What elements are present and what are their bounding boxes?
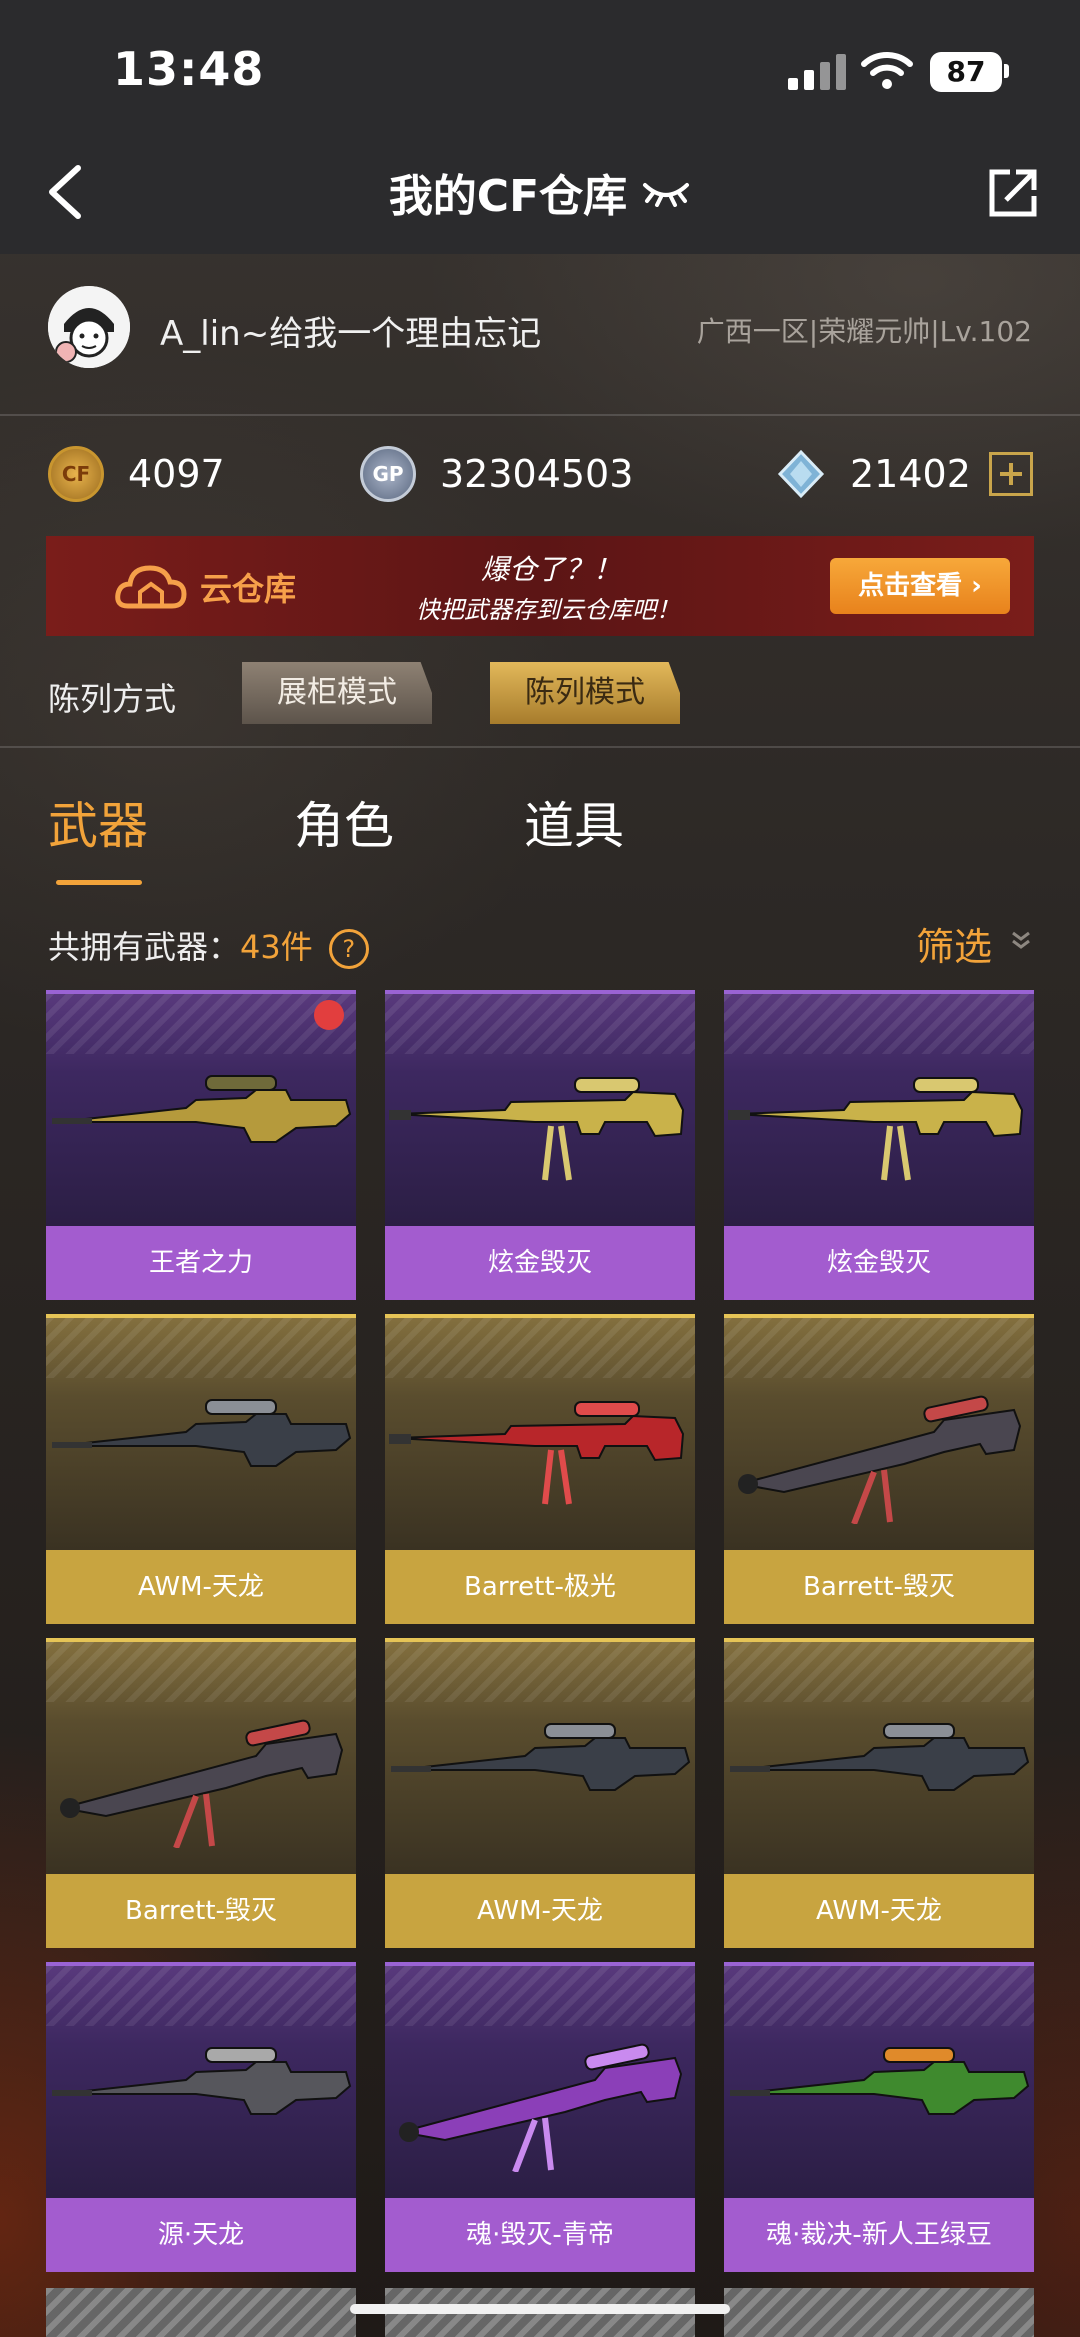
gp-points: GP 32304503 (360, 444, 633, 504)
username: A_lin~给我一个理由忘记 (160, 314, 542, 354)
share-icon[interactable] (986, 164, 1042, 220)
rifle-icon (738, 1395, 1022, 1524)
rifle-icon (389, 1077, 685, 1181)
weapon-name: 王者之力 (46, 1226, 356, 1300)
display-mode-label: 陈列方式 (48, 680, 177, 718)
rifle-icon (52, 1399, 352, 1467)
weapon-name: AWM-天龙 (46, 1550, 356, 1624)
weapon-name: 魂·毁灭-青帝 (385, 2198, 695, 2272)
page-title: 我的CF仓库 (0, 160, 1080, 224)
gp-coin-icon: GP (360, 446, 416, 502)
weapon-card-background (385, 990, 695, 1226)
weapon-card[interactable]: 源·天龙 (46, 1962, 356, 2272)
weapon-card[interactable]: 炫金毁灭 (724, 990, 1034, 1300)
avatar[interactable] (48, 286, 130, 368)
banner-subtext: 快把武器存到云仓库吧！ (416, 596, 680, 624)
weapon-card-background (46, 1314, 356, 1550)
weapon-card-background (724, 1962, 1034, 2198)
rifle-icon (728, 1077, 1024, 1181)
status-time: 13:48 (113, 42, 265, 96)
weapon-card[interactable]: Barrett-毁灭 (724, 1314, 1034, 1624)
gp-points-value: 32304503 (440, 452, 634, 496)
rifle-icon (52, 1075, 352, 1143)
weapon-name: 源·天龙 (46, 2198, 356, 2272)
cellular-signal-icon (788, 54, 848, 90)
avatar-image-icon (48, 286, 130, 368)
rifle-icon (60, 1719, 344, 1848)
display-mode-button[interactable]: 陈列模式 (490, 662, 680, 724)
weapon-card-background (46, 990, 356, 1226)
rifle-icon (730, 1723, 1030, 1791)
page-title-text: 我的CF仓库 (388, 171, 628, 222)
view-button-label: 点击查看 (858, 571, 963, 601)
weapon-name: AWM-天龙 (385, 1874, 695, 1948)
weapon-name: 魂·裁决-新人王绿豆 (724, 2198, 1034, 2272)
showcase-mode-button[interactable]: 展柜模式 (242, 662, 432, 724)
help-icon[interactable]: ? (328, 929, 369, 969)
cf-points-value: 4097 (128, 452, 225, 496)
cloud-storage-banner[interactable]: 云仓库 爆仓了？！ 快把武器存到云仓库吧！ 点击查看 › (46, 536, 1034, 636)
profile-row[interactable]: A_lin~给我一个理由忘记 广西一区|荣耀元帅|Lv.102 (0, 254, 1080, 416)
tab-characters[interactable]: 角色 (294, 786, 394, 858)
weapon-card-background (385, 1962, 695, 2198)
home-indicator (350, 2304, 730, 2314)
weapon-card-background (724, 1314, 1034, 1550)
cf-coin-icon: CF (48, 446, 104, 502)
battery-icon: 87 (930, 52, 1002, 92)
weapon-name: Barrett-极光 (385, 1550, 695, 1624)
banner-headline: 爆仓了？！ (481, 553, 622, 586)
weapon-name: Barrett-毁灭 (724, 1550, 1034, 1624)
add-diamond-button[interactable] (988, 452, 1033, 496)
weapon-count: 共拥有武器：43件? (48, 922, 369, 969)
banner-title: 云仓库 (200, 570, 297, 608)
weapon-card[interactable]: Barrett-极光 (385, 1314, 695, 1624)
rifle-icon (391, 1723, 691, 1791)
rifle-icon (730, 2047, 1030, 2115)
weapon-card[interactable]: AWM-天龙 (724, 1638, 1034, 1948)
weapon-card[interactable]: 魂·裁决-新人王绿豆 (724, 1962, 1034, 2272)
weapon-card[interactable]: AWM-天龙 (46, 1314, 356, 1624)
wifi-icon (861, 52, 913, 89)
view-cloud-storage-button[interactable]: 点击查看 › (830, 558, 1010, 614)
rifle-icon (389, 1401, 685, 1505)
cloud-house-icon (115, 565, 187, 609)
weapon-card[interactable]: 王者之力 (46, 990, 356, 1300)
weapon-card[interactable]: Barrett-毁灭 (46, 1638, 356, 1948)
weapon-card-background (46, 1638, 356, 1874)
tab-items[interactable]: 道具 (524, 786, 624, 858)
weapon-name: Barrett-毁灭 (46, 1874, 356, 1948)
weapon-card-background (385, 1638, 695, 1874)
chevron-down-icon[interactable] (1010, 930, 1032, 950)
filter-button[interactable]: 筛选 (916, 916, 992, 971)
weapon-name: AWM-天龙 (724, 1874, 1034, 1948)
weapon-count-label: 共拥有武器： (48, 928, 241, 966)
nav-bar: 我的CF仓库 (0, 130, 1080, 254)
divider (0, 746, 1080, 748)
weapon-card[interactable]: 魂·毁灭-青帝 (385, 1962, 695, 2272)
weapon-card-background (385, 1314, 695, 1550)
next-row-card (46, 2288, 356, 2337)
weapon-name: 炫金毁灭 (724, 1226, 1034, 1300)
next-row-card (724, 2288, 1034, 2337)
diamond-points: 21402 (776, 444, 1033, 504)
weapon-card[interactable]: AWM-天龙 (385, 1638, 695, 1948)
weapon-count-value: 43件 (240, 928, 313, 966)
status-bar: 13:48 87 (0, 0, 1080, 130)
active-tab-indicator (56, 880, 142, 885)
weapon-card[interactable]: 炫金毁灭 (385, 990, 695, 1300)
weapon-card-background (724, 1638, 1034, 1874)
new-badge (314, 1000, 344, 1030)
diamond-icon (777, 449, 825, 499)
weapon-name: 炫金毁灭 (385, 1226, 695, 1300)
rifle-icon (399, 2043, 683, 2172)
server-rank-info: 广西一区|荣耀元帅|Lv.102 (696, 315, 1032, 348)
weapon-card-background (46, 1962, 356, 2198)
cf-points: CF 4097 (48, 444, 225, 504)
weapon-card-background (724, 990, 1034, 1226)
tab-weapons[interactable]: 武器 (48, 786, 148, 858)
rifle-icon (52, 2047, 352, 2115)
diamond-points-value: 21402 (850, 452, 971, 496)
eye-closed-icon[interactable] (641, 177, 691, 207)
battery-tip (1004, 64, 1009, 78)
